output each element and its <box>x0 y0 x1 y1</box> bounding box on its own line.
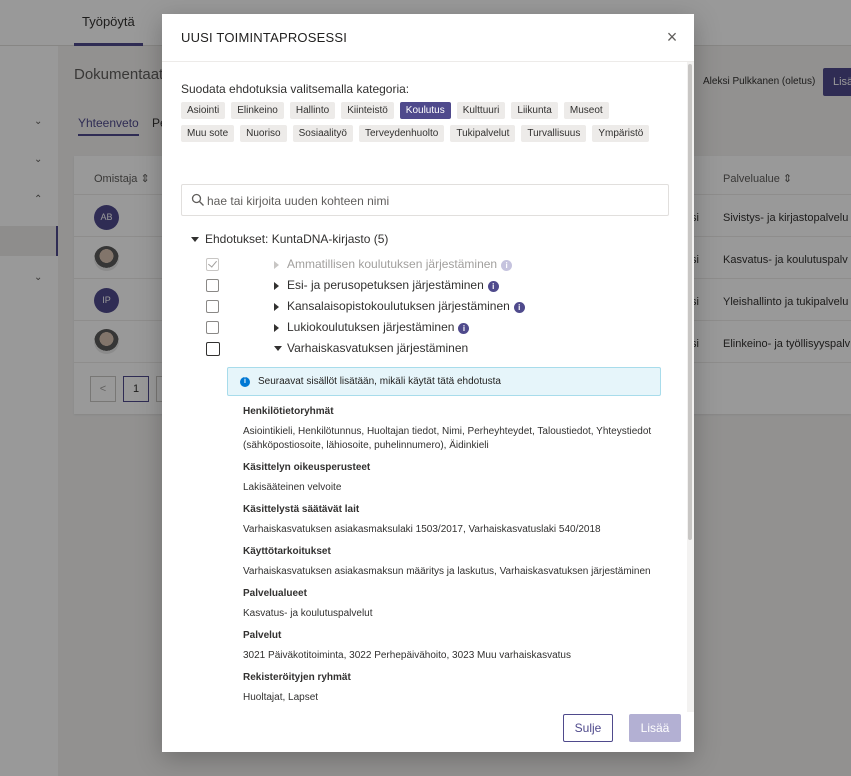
category-filter-label: Suodata ehdotuksia valitsemalla kategori… <box>181 82 410 96</box>
detail-heading: Käsittelystä säätävät lait <box>243 504 360 515</box>
detail-section: Käsittelystä säätävät lait Varhaiskasvatu… <box>243 504 663 537</box>
caret-down-icon <box>191 237 199 243</box>
suggestion-group-toggle[interactable]: Ehdotukset: KuntaDNA-kirjasto (5) <box>191 232 388 246</box>
suggestion-checkbox[interactable] <box>206 342 220 356</box>
category-chips: Asiointi Elinkeino Hallinto Kiinteistö Koulu… <box>181 102 651 142</box>
search-box[interactable] <box>181 184 669 216</box>
detail-heading: Käyttötarkoitukset <box>243 546 331 557</box>
detail-heading: Palvelut <box>243 630 282 641</box>
add-button-disabled[interactable]: Lisää <box>629 714 681 742</box>
category-chip-turvallisuus[interactable]: Turvallisuus <box>521 125 587 142</box>
suggestion-item: Esi- ja perusopetuksen järjestäminen i <box>206 278 646 294</box>
info-icon[interactable]: i <box>501 260 513 271</box>
suggestion-item-expanded: Varhaiskasvatuksen järjestäminen <box>206 341 646 357</box>
suggestion-label: Esi- ja perusopetuksen järjestäminen <box>287 278 484 292</box>
scrollbar-thumb[interactable] <box>688 64 692 540</box>
detail-section: Palvelualueet Kasvatus- ja koulutuspalvel… <box>243 588 663 621</box>
suggestion-checkbox[interactable] <box>206 300 219 313</box>
info-icon[interactable]: i <box>458 323 470 334</box>
close-button[interactable]: Sulje <box>563 714 613 742</box>
detail-section: Käsittelyn oikeusperusteet Lakisääteinen … <box>243 462 663 495</box>
suggestion-item: Kansalaisopistokoulutuksen järjestäminen… <box>206 299 646 315</box>
detail-heading: Palvelualueet <box>243 588 307 599</box>
category-chip-ympäristö[interactable]: Ympäristö <box>592 125 650 142</box>
category-chip-kulttuuri[interactable]: Kulttuuri <box>456 102 506 119</box>
caret-right-icon[interactable] <box>274 303 279 311</box>
category-chip-muu-sote[interactable]: Muu sote <box>181 125 235 142</box>
detail-value: Huoltajat, Lapset <box>243 692 319 703</box>
detail-value: Varhaiskasvatuksen asiakasmaksulaki 1503… <box>243 524 601 535</box>
category-chip-asiointi[interactable]: Asiointi <box>181 102 226 119</box>
suggestion-item: Lukiokoulutuksen järjestäminen i <box>206 320 646 336</box>
detail-heading: Henkilötietoryhmät <box>243 406 334 417</box>
caret-right-icon[interactable] <box>274 282 279 290</box>
suggestion-label: Lukiokoulutuksen järjestäminen <box>287 320 455 334</box>
info-icon[interactable]: i <box>487 281 499 292</box>
detail-value: Lakisääteinen velvoite <box>243 482 342 493</box>
detail-value: 3021 Päiväkotitoiminta, 3022 Perhepäiväh… <box>243 650 571 661</box>
category-chip-nuoriso[interactable]: Nuoriso <box>240 125 287 142</box>
caret-right-icon[interactable] <box>274 261 279 269</box>
dialog-footer: Sulje Lisää <box>162 712 694 752</box>
detail-heading: Käsittelyn oikeusperusteet <box>243 462 371 473</box>
category-chip-hallinto[interactable]: Hallinto <box>289 102 336 119</box>
category-chip-kiinteistö[interactable]: Kiinteistö <box>341 102 394 119</box>
category-chip-liikunta[interactable]: Liikunta <box>511 102 558 119</box>
detail-section: Palvelut 3021 Päiväkotitoiminta, 3022 Per… <box>243 630 663 663</box>
category-chip-sosiaalityö[interactable]: Sosiaalityö <box>292 125 353 142</box>
dialog-title: UUSI TOIMINTAPROSESSI <box>181 30 348 45</box>
suggestion-details: Henkilötietoryhmät Asiointikieli, Henkilö… <box>243 406 663 734</box>
notice-text: Seuraavat sisällöt lisätään, mikäli käyt… <box>258 376 501 387</box>
category-chip-elinkeino[interactable]: Elinkeino <box>231 102 284 119</box>
info-icon[interactable]: i <box>513 302 525 313</box>
detail-value: Kasvatus- ja koulutuspalvelut <box>243 608 373 619</box>
suggestion-checkbox[interactable] <box>206 258 219 271</box>
suggestion-label: Ammatillisen koulutuksen järjestäminen <box>287 257 498 271</box>
detail-value: Asiointikieli, Henkilötunnus, Huoltajan … <box>243 426 652 451</box>
category-chip-koulutus[interactable]: Koulutus <box>399 102 451 119</box>
detail-section: Henkilötietoryhmät Asiointikieli, Henkilö… <box>243 406 663 453</box>
category-chip-museot[interactable]: Museot <box>563 102 609 119</box>
category-chip-terveydenhuolto[interactable]: Terveydenhuolto <box>358 125 445 142</box>
close-icon[interactable]: × <box>661 26 683 48</box>
suggestion-checkbox[interactable] <box>206 321 219 334</box>
detail-section: Käyttötarkoitukset Varhaiskasvatuksen asi… <box>243 546 663 579</box>
search-input[interactable] <box>207 191 657 211</box>
detail-section: Rekisteröityjen ryhmät Huoltajat, Lapset <box>243 672 663 705</box>
suggestion-item: Ammatillisen koulutuksen järjestäminen i <box>206 257 646 273</box>
new-process-dialog: UUSI TOIMINTAPROSESSI × Suodata ehdotuks… <box>162 14 694 752</box>
category-chip-tukipalvelut[interactable]: Tukipalvelut <box>450 125 516 142</box>
detail-value: Varhaiskasvatuksen asiakasmaksun määrity… <box>243 566 651 577</box>
suggestion-group-label: Ehdotukset: KuntaDNA-kirjasto (5) <box>205 232 389 246</box>
search-icon <box>191 193 204 206</box>
detail-heading: Rekisteröityjen ryhmät <box>243 672 351 683</box>
checkmark-icon <box>208 258 217 268</box>
caret-down-icon[interactable] <box>274 346 282 351</box>
suggestion-checkbox[interactable] <box>206 279 219 292</box>
suggestion-label: Varhaiskasvatuksen järjestäminen <box>287 341 469 355</box>
info-notice: i Seuraavat sisällöt lisätään, mikäli kä… <box>227 367 661 396</box>
suggestion-label: Kansalaisopistokoulutuksen järjestäminen <box>287 299 510 313</box>
caret-right-icon[interactable] <box>274 324 279 332</box>
divider <box>162 61 694 62</box>
info-icon: i <box>240 377 250 387</box>
